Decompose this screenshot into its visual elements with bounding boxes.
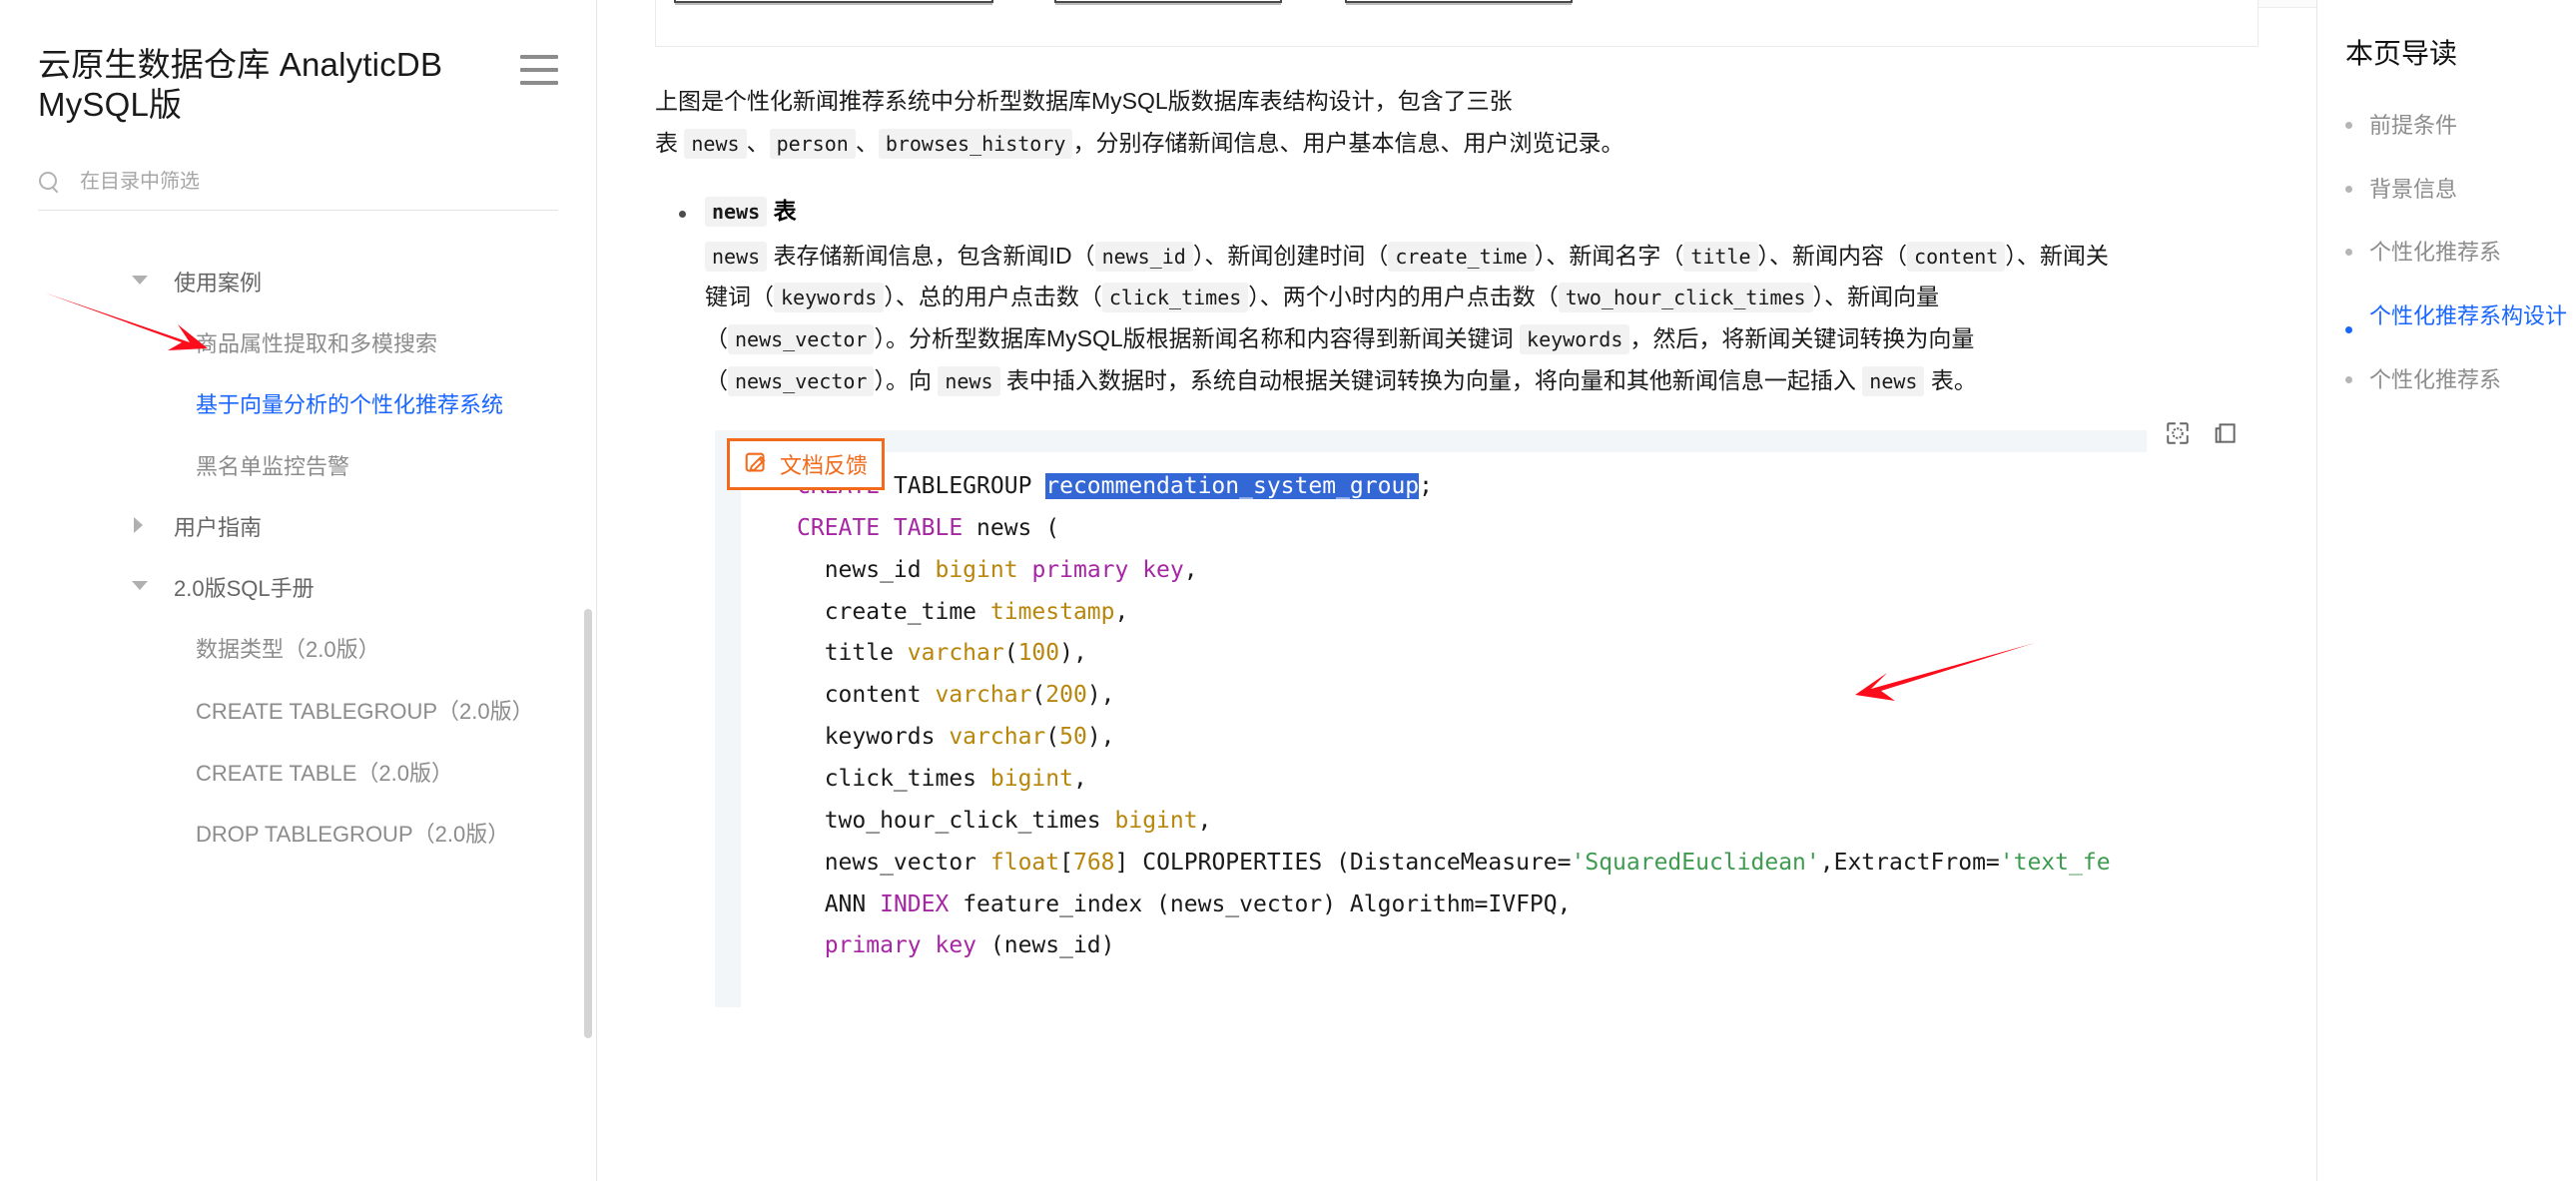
toc-item-label: 个性化推荐系 [2369,240,2502,266]
settings-frame-icon[interactable] [2165,420,2191,446]
toc-item-background[interactable]: 背景信息 [2345,172,2576,208]
inline-code-news: news [938,366,1000,397]
inline-code-news: news [1862,366,1925,397]
er-diagram-fragment: -two_hour_click_times: Long [655,0,2258,47]
selected-code-text: recommendation_system_group [1045,472,1420,499]
code-block: 文档反馈 CREATE TABLEGROUP recommendation_sy… [715,407,2256,1008]
inline-code-browses-history: browses_history [878,128,1073,159]
intro-paragraph: 上图是个性化新闻推荐系统中分析型数据库MySQL版数据库表结构设计，包含了三张 … [655,81,1983,165]
search-icon [38,171,60,193]
sep: 、 [746,129,770,156]
sidebar-group-label: 使用案例 [174,270,263,295]
inline-code-news: news [684,128,747,159]
toc-item-recommendation-extra[interactable]: 个性化推荐系 [2345,362,2576,398]
toc-bullet-icon [2345,375,2352,383]
sidebar-search[interactable] [38,169,558,211]
toc-item-label: 前提条件 [2369,113,2458,138]
copy-icon[interactable] [2213,420,2239,446]
diagram-box-person [1054,0,1282,3]
inline-code-click-times: click_times [1101,283,1249,313]
sidebar-nav-tree: 使用案例 商品属性提取和多模搜索 基于向量分析的个性化推荐系统 黑名单监控告警 … [0,253,596,905]
inline-code-news: news [705,196,768,227]
documentation-page: 云原生数据仓库 AnalyticDB MySQL版 使用案例 商品属性提取和多模… [0,0,2576,1181]
sidebar-group-sql-manual[interactable]: 2.0版SQL手册 [0,558,596,619]
toc-item-recommendation-overview[interactable]: 个性化推荐系 [2345,235,2576,271]
diagram-box-browses-history [1345,0,1573,3]
sidebar-item-blacklist-alert[interactable]: 黑名单监控告警 [0,436,596,498]
toc-item-label: 背景信息 [2369,176,2458,202]
toc-item-label: 个性化推荐系 [2369,366,2502,392]
inline-code-title: title [1683,241,1758,272]
sep: 、 [855,129,879,156]
sidebar-header: 云原生数据仓库 AnalyticDB MySQL版 [0,0,596,126]
inline-code-create-time: create_time [1388,241,1535,272]
toc-item-prerequisites[interactable]: 前提条件 [2345,108,2576,144]
sidebar-group-use-cases[interactable]: 使用案例 [0,253,596,313]
intro-line-2-suffix: ，分别存储新闻信息、用户基本信息、用户浏览记录。 [1072,129,1624,156]
page-toc-sidebar: 本页导读 前提条件 背景信息 个性化推荐系 个性化推荐系构设计 个性化推荐系 [2316,0,2576,1181]
inline-code-content: content [1907,241,2006,272]
sidebar-scrollbar[interactable] [584,609,592,1038]
hamburger-bar [520,55,558,59]
news-table-section: news 表 news 表存储新闻信息，包含新闻ID（ news_id ）、新闻创建… [655,193,2256,402]
inline-code-news-id: news_id [1094,241,1193,272]
news-table-description: news 表存储新闻信息，包含新闻ID（ news_id ）、新闻创建时间（ crea… [705,236,2113,402]
news-table-heading: news 表 [705,193,2256,230]
sidebar-item-data-types[interactable]: 数据类型（2.0版） [0,619,596,681]
product-title: 云原生数据仓库 AnalyticDB MySQL版 [38,46,443,124]
news-table-heading-suffix: 表 [773,197,797,224]
hamburger-bar [520,81,558,85]
code-toolbar [2147,407,2256,458]
left-sidebar: 云原生数据仓库 AnalyticDB MySQL版 使用案例 商品属性提取和多模… [0,0,597,1181]
intro-line-2-prefix: 表 [655,129,678,156]
sidebar-group-user-guide[interactable]: 用户指南 [0,497,596,558]
toc-bullet-icon [2345,185,2352,193]
diagram-box-news: -two_hour_click_times: Long [674,0,993,3]
toc-title: 本页导读 [2345,38,2458,69]
list-bullet-icon [679,210,686,218]
toc-bullet-icon [2345,325,2352,333]
hamburger-icon[interactable] [520,55,558,85]
edit-pencil-icon [745,452,766,472]
inline-code-news-vector: news_vector [728,366,875,397]
sidebar-item-vector-recommendation[interactable]: 基于向量分析的个性化推荐系统 [0,374,596,436]
inline-code-keywords: keywords [774,283,885,313]
content-body: 上图是个性化新闻推荐系统中分析型数据库MySQL版数据库表结构设计，包含了三张 … [597,81,2316,1008]
inline-code-person: person [769,128,856,159]
sql-code[interactable]: CREATE TABLEGROUP recommendation_system_… [741,466,2256,967]
hamburger-bar [520,68,558,72]
toc-item-schema-design[interactable]: 个性化推荐系构设计 [2345,298,2576,334]
sidebar-item-product-attribute-search[interactable]: 商品属性提取和多模搜索 [0,313,596,375]
inline-code-keywords: keywords [1520,324,1630,355]
search-input[interactable] [78,169,558,195]
toc-bullet-icon [2345,122,2352,129]
document-feedback-button[interactable]: 文档反馈 [727,437,886,490]
code-inner-panel: 文档反馈 CREATE TABLEGROUP recommendation_sy… [727,437,2256,1008]
sidebar-item-create-table[interactable]: CREATE TABLE（2.0版） [0,743,596,805]
inline-code-news: news [705,241,768,272]
inline-code-news-vector: news_vector [728,324,875,355]
document-feedback-label: 文档反馈 [780,452,869,478]
toc-item-label: 个性化推荐系构设计 [2369,302,2568,328]
intro-line-1: 上图是个性化新闻推荐系统中分析型数据库MySQL版数据库表结构设计，包含了三张 [655,88,1513,114]
sidebar-group-label: 2.0版SQL手册 [174,576,315,602]
toc-bullet-icon [2345,249,2352,257]
sidebar-item-drop-tablegroup[interactable]: DROP TABLEGROUP（2.0版） [0,804,596,866]
sidebar-group-label: 用户指南 [174,515,263,541]
sidebar-item-create-tablegroup[interactable]: CREATE TABLEGROUP（2.0版） [0,681,596,743]
inline-code-two-hour-click-times: two_hour_click_times [1558,283,1813,313]
main-content: -two_hour_click_times: Long 上图是个性化新闻推荐系统… [597,0,2316,1181]
